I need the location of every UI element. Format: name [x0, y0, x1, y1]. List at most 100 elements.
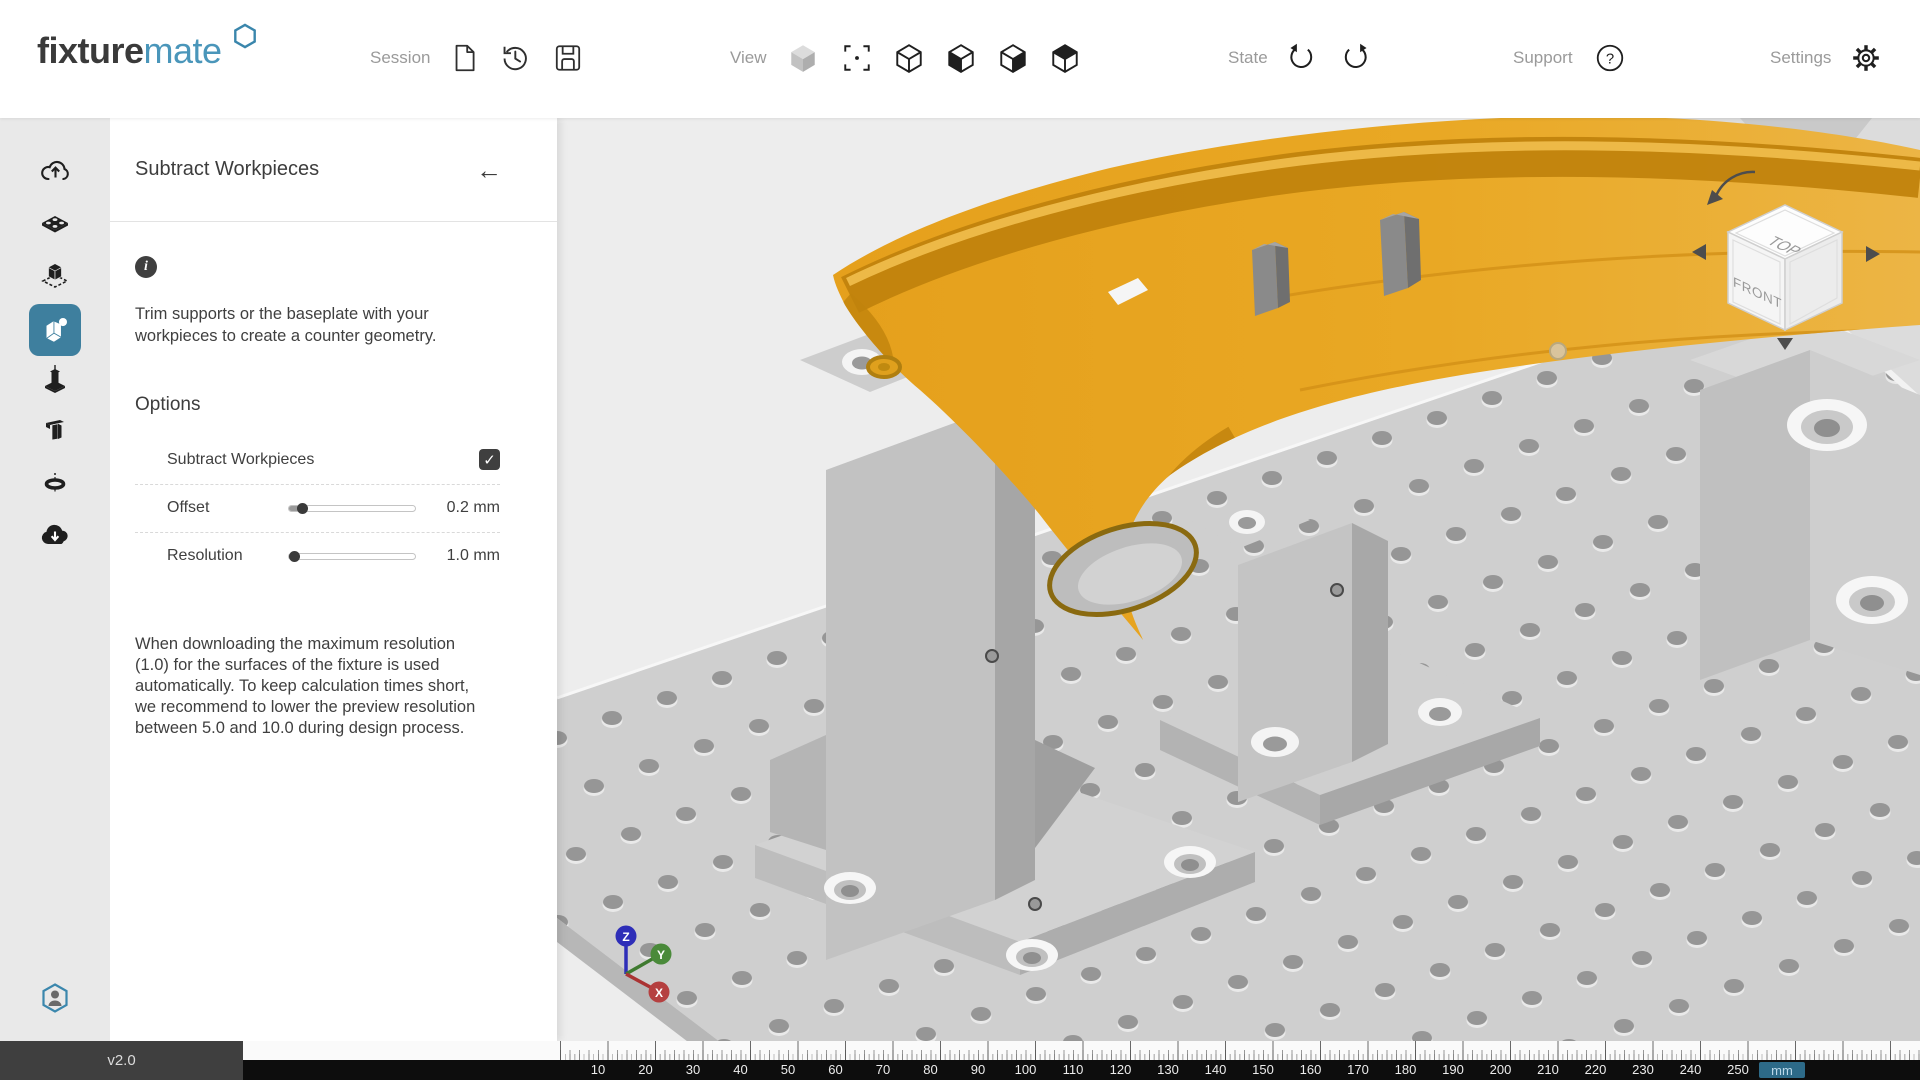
sidebar-item-supports[interactable]	[33, 357, 77, 401]
x-axis-label: X	[655, 986, 663, 1000]
ruler-label: 180	[1393, 1062, 1419, 1077]
ruler-label: 70	[870, 1062, 896, 1077]
z-axis-label: Z	[622, 930, 629, 944]
logo-text-fixture: fixture	[37, 30, 144, 71]
save-icon	[552, 42, 584, 74]
ruler-label: 210	[1535, 1062, 1561, 1077]
resolution-slider[interactable]	[288, 553, 416, 560]
wireframe-cube-icon	[893, 42, 925, 74]
state-menu-label: State	[1228, 48, 1268, 68]
subtract-checkbox[interactable]: ✓	[479, 449, 500, 470]
snap-point	[1550, 343, 1566, 359]
ruler-label: 120	[1108, 1062, 1134, 1077]
ruler-label: 80	[918, 1062, 944, 1077]
shaded-cube-icon	[787, 42, 819, 74]
position-workpiece-icon	[39, 260, 71, 292]
top-view-button[interactable]	[1049, 42, 1081, 74]
viewport-3d[interactable]: TOP FRONT Z Y X	[557, 118, 1920, 1041]
undo-icon	[1286, 42, 1318, 74]
sidebar-item-baseplate[interactable]	[33, 202, 77, 246]
sidebar-item-import[interactable]	[33, 149, 77, 193]
sidebar-item-position-workpiece[interactable]	[33, 254, 77, 298]
resolution-value: 1.0 mm	[430, 547, 500, 565]
help-button[interactable]: ?	[1594, 42, 1626, 74]
baseplate-icon	[39, 208, 71, 240]
back-button[interactable]: ←	[476, 157, 502, 183]
user-hexagon-icon	[39, 982, 71, 1014]
ruler-label: 10	[585, 1062, 611, 1077]
ruler-label: 250	[1725, 1062, 1751, 1077]
sidebar-item-labels[interactable]	[33, 461, 77, 505]
fit-view-button[interactable]	[841, 42, 873, 74]
ruler-label: 60	[823, 1062, 849, 1077]
session-menu-label: Session	[370, 48, 430, 68]
ruler-label: 140	[1203, 1062, 1229, 1077]
ruler-label: 90	[965, 1062, 991, 1077]
resolution-note: When downloading the maximum resolution …	[135, 634, 491, 740]
wireframe-view-button[interactable]	[893, 42, 925, 74]
ruler-tick-strip	[243, 1041, 1920, 1060]
shaded-view-button[interactable]	[787, 42, 819, 74]
ruler-label: 220	[1583, 1062, 1609, 1077]
scene-3d: TOP FRONT Z Y X	[557, 118, 1920, 1041]
undo-button[interactable]	[1286, 42, 1318, 74]
settings-menu-label: Settings	[1770, 48, 1831, 68]
resolution-label: Resolution	[167, 547, 275, 565]
new-session-button[interactable]	[448, 42, 480, 74]
fixturemate-app: fixturemate Session	[0, 0, 1920, 1080]
gray-post-2	[1380, 212, 1421, 296]
ruler-label: 230	[1630, 1062, 1656, 1077]
panel-body: i Trim supports or the baseplate with yo…	[110, 222, 557, 739]
option-row-resolution: Resolution 1.0 mm	[135, 532, 500, 580]
account-avatar[interactable]	[33, 976, 77, 1020]
cube-left-face-icon	[945, 42, 977, 74]
ruler-label: 150	[1250, 1062, 1276, 1077]
app-logo: fixturemate	[37, 30, 255, 72]
save-session-button[interactable]	[552, 42, 584, 74]
cube-right-face-icon	[997, 42, 1029, 74]
sidebar-item-export[interactable]	[33, 513, 77, 557]
ruler-label: 240	[1678, 1062, 1704, 1077]
history-icon	[499, 42, 531, 74]
ruler-label: 200	[1488, 1062, 1514, 1077]
clamp-icon	[39, 415, 71, 447]
info-icon: i	[135, 256, 157, 278]
ruler-unit-badge: mm	[1759, 1062, 1805, 1078]
sidebar	[0, 118, 110, 1041]
settings-button[interactable]	[1850, 42, 1882, 74]
support-menu-label: Support	[1513, 48, 1573, 68]
panel-description: Trim supports or the baseplate with your…	[135, 304, 497, 348]
offset-slider-thumb[interactable]	[297, 503, 308, 514]
right-view-button[interactable]	[997, 42, 1029, 74]
ruler-label: 100	[1013, 1062, 1039, 1077]
y-axis-label: Y	[657, 948, 665, 962]
version-badge: v2.0	[0, 1041, 243, 1080]
offset-slider[interactable]	[288, 505, 416, 512]
redo-button[interactable]	[1339, 42, 1371, 74]
cloud-download-icon	[39, 519, 71, 551]
logo-text-mate: mate	[144, 30, 222, 71]
ruler-label: 40	[728, 1062, 754, 1077]
cloud-upload-icon	[39, 155, 71, 187]
ring-icon	[39, 467, 71, 499]
ruler-label: 30	[680, 1062, 706, 1077]
svg-text:?: ?	[1606, 50, 1614, 67]
offset-label: Offset	[167, 499, 275, 517]
subtract-option-label: Subtract Workpieces	[167, 451, 479, 469]
option-row-subtract: Subtract Workpieces ✓	[135, 436, 500, 484]
gear-icon	[1850, 42, 1882, 74]
resolution-slider-thumb[interactable]	[289, 551, 300, 562]
ruler-label: 20	[633, 1062, 659, 1077]
logo-hexagon-icon	[233, 23, 257, 49]
panel-title: Subtract Workpieces	[135, 158, 319, 181]
left-view-button[interactable]	[945, 42, 977, 74]
fit-view-icon	[841, 42, 873, 74]
sidebar-item-subtract-workpieces[interactable]	[29, 304, 81, 356]
ruler-ticks	[560, 1041, 1920, 1060]
ruler-number-strip: 1020304050607080901001101201301401501601…	[243, 1060, 1920, 1080]
sidebar-item-clamps[interactable]	[33, 409, 77, 453]
session-history-button[interactable]	[499, 42, 531, 74]
options-rows: Subtract Workpieces ✓ Offset 0.2 mm Reso…	[135, 436, 500, 580]
support-stand-icon	[39, 363, 71, 395]
new-file-icon	[448, 42, 480, 74]
